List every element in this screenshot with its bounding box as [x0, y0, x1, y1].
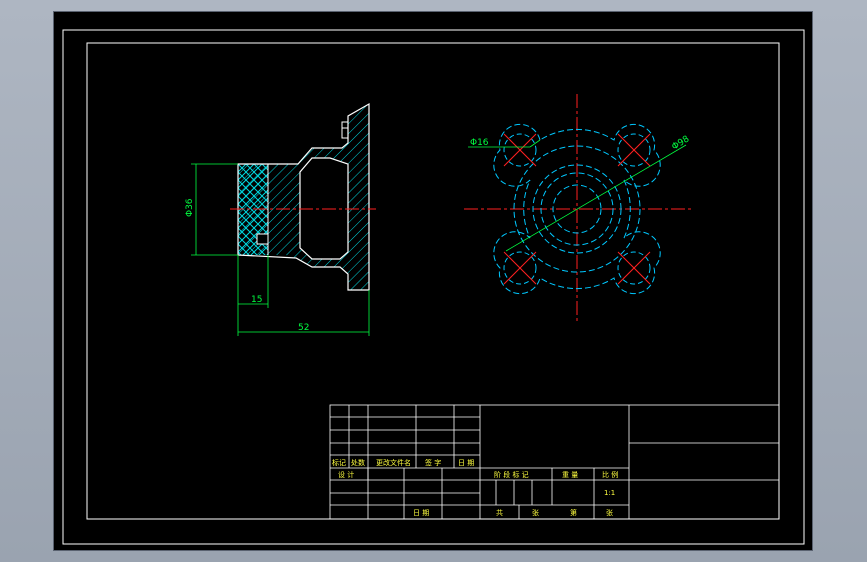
dim-52-text: 52	[298, 323, 309, 333]
tb-stage-mark: 阶 段 标 记	[494, 470, 529, 479]
dim-dia16-text: Φ16	[470, 138, 489, 148]
tb-weight: 重 量	[562, 471, 578, 479]
tb-design: 设 计	[338, 470, 354, 479]
title-block-labels: 标记 处数 更改文件名 签 字 日 期 设 计 日 期 阶 段 标 记 重 量 …	[332, 458, 618, 517]
tb-sheet: 张	[532, 508, 539, 517]
dim-dia98-leader	[505, 144, 687, 252]
tb-sheet2: 张	[606, 508, 613, 517]
bolt-hole-tr	[617, 133, 651, 167]
sheet-inner-frame	[86, 42, 780, 520]
drawing-viewport[interactable]: Φ36 15 52 Φ16 Φ98 标记 处数 更改文件名 签 字 日 期 设 …	[54, 12, 812, 550]
tb-header-sign: 签 字	[425, 458, 441, 467]
tb-scale-value: 1:1	[604, 489, 615, 497]
section-flange-lip	[341, 121, 349, 139]
tb-total: 共	[496, 508, 503, 517]
tb-header-mark: 标记	[332, 458, 346, 467]
tb-number: 第	[570, 508, 577, 517]
section-keyway	[256, 233, 269, 245]
tb-scale-label: 比 例	[602, 470, 618, 479]
bolt-hole-bl	[503, 251, 537, 285]
tb-date: 日 期	[413, 509, 429, 517]
dim-dia36-text: Φ36	[185, 198, 195, 217]
dim-15-text: 15	[251, 295, 262, 305]
cad-drawing-canvas: Φ36 15 52 Φ16 Φ98 标记 处数 更改文件名 签 字 日 期 设 …	[62, 29, 805, 545]
tb-header-file: 更改文件名	[376, 458, 411, 467]
tb-header-count: 处数	[351, 458, 365, 467]
side-section-view[interactable]: Φ36 15 52	[185, 102, 376, 336]
bolt-hole-br	[617, 251, 651, 285]
dim-dia16-leader-diag	[529, 139, 541, 148]
front-view[interactable]: Φ16 Φ98	[464, 94, 694, 324]
tb-header-date: 日 期	[458, 459, 474, 467]
bolt-hole-tl	[503, 133, 537, 167]
dim-dia98-text: Φ98	[670, 134, 691, 152]
